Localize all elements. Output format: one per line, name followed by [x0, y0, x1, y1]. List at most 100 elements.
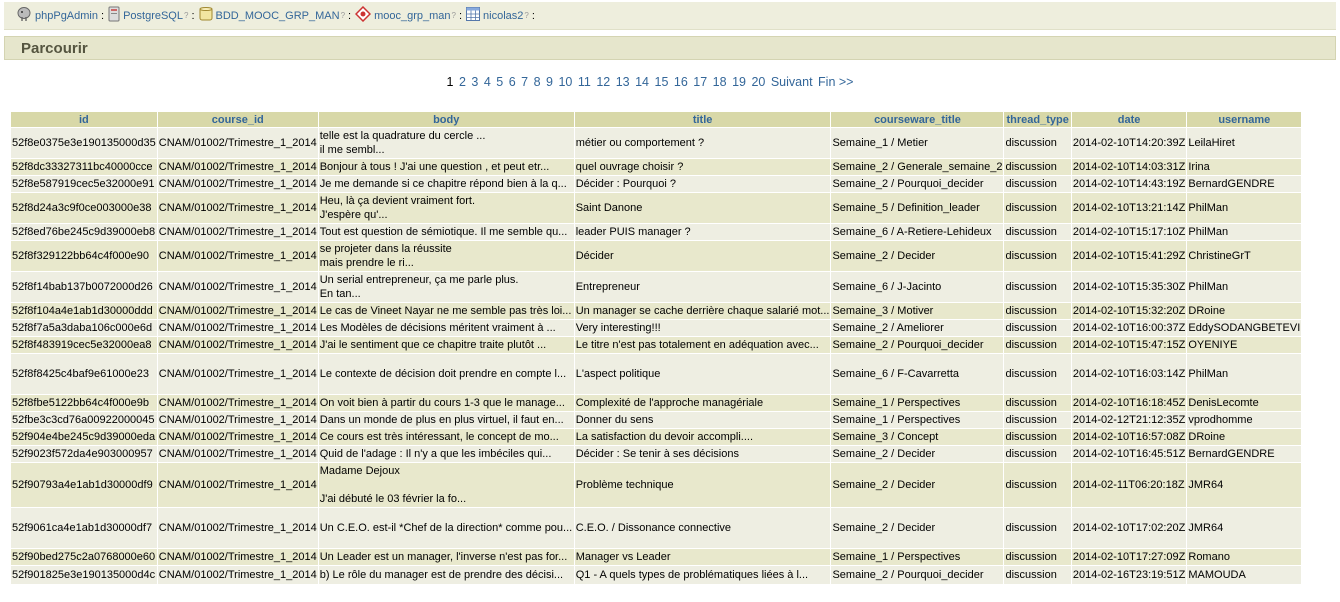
cell-text: Un manager se cache derrière chaque sala… — [575, 305, 830, 317]
cell-text: CNAM/01002/Trimestre_1_2014 — [158, 226, 317, 238]
cell-thread-type: discussion — [1004, 159, 1071, 175]
cell-text: JMR64 — [1188, 479, 1224, 491]
cell-text: PhilMan — [1188, 226, 1229, 238]
table-row: 52f8d24a3c9f0ce003000e38 CNAM/01002/Trime… — [11, 193, 1302, 223]
cell-courseware-title: Semaine_2 / Decider — [831, 463, 1004, 507]
column-header-title[interactable]: title — [574, 112, 831, 127]
breadcrumb-schema-link[interactable]: mooc_grp_man — [374, 10, 450, 22]
cell-body: Un Leader est un manager, l'inverse n'es… — [318, 549, 574, 565]
pager-page-link[interactable]: 11 — [578, 75, 591, 89]
pager-next-link[interactable]: Suivant — [771, 75, 813, 89]
pager-page-link[interactable]: 5 — [496, 75, 503, 89]
cell-thread-type: discussion — [1004, 508, 1071, 548]
sort-link-date[interactable]: date — [1118, 114, 1141, 126]
sort-link-title[interactable]: title — [693, 114, 713, 126]
cell-username: JMR64 — [1187, 508, 1302, 548]
sort-link-username[interactable]: username — [1218, 114, 1270, 126]
cell-text: discussion — [1005, 250, 1057, 262]
cell-username: PhilMan — [1187, 272, 1302, 302]
column-header-course-id[interactable]: course_id — [157, 112, 318, 127]
cell-courseware-title: Semaine_2 / Pourquoi_decider — [831, 566, 1004, 584]
cell-text: Madame Dejoux J'ai débuté le 03 février … — [319, 465, 467, 505]
cell-body: Un C.E.O. est-il *Chef de la direction* … — [318, 508, 574, 548]
cell-text: discussion — [1005, 202, 1057, 214]
cell-title: Manager vs Leader — [574, 549, 831, 565]
pager-page-link[interactable]: 4 — [484, 75, 491, 89]
cell-body: Quid de l'adage : Il n'y a que les imbéc… — [318, 446, 574, 462]
help-mark[interactable]: ? — [524, 11, 528, 20]
pager-last-link[interactable]: Fin >> — [818, 75, 853, 89]
table-row: 52f8f329122bb64c4f000e90 CNAM/01002/Trime… — [11, 241, 1302, 271]
cell-text: 52f8fbe5122bb64c4f000e9b — [12, 397, 150, 409]
cell-courseware-title: Semaine_5 / Definition_leader — [831, 193, 1004, 223]
help-mark[interactable]: ? — [184, 11, 188, 20]
breadcrumb-database: BDD_MOOC_GRP_MAN ? : — [199, 6, 356, 25]
cell-date: 2014-02-10T14:43:19Z — [1071, 176, 1187, 192]
cell-text: Entrepreneur — [575, 281, 640, 293]
cell-id: 52f8f14bab137b0072000d26 — [11, 272, 157, 302]
cell-date: 2014-02-10T13:21:14Z — [1071, 193, 1187, 223]
pager-page-link[interactable]: 8 — [534, 75, 541, 89]
pager-page-link[interactable]: 2 — [459, 75, 466, 89]
sort-link-course-id[interactable]: course_id — [212, 114, 264, 126]
sort-link-body[interactable]: body — [433, 114, 459, 126]
pager-page-link[interactable]: 18 — [713, 75, 727, 89]
cell-text: Semaine_2 / Pourquoi_decider — [832, 339, 984, 351]
cell-date: 2014-02-10T15:35:30Z — [1071, 272, 1187, 302]
cell-id: 52f8dc33327311bc40000cce — [11, 159, 157, 175]
table-icon — [466, 7, 481, 24]
breadcrumb-table-link[interactable]: nicolas2 — [483, 10, 523, 22]
pager-page-link[interactable]: 20 — [751, 75, 765, 89]
column-header-courseware-title[interactable]: courseware_title — [831, 112, 1004, 127]
cell-id: 52f8f483919cec5e32000ea8 — [11, 337, 157, 353]
column-header-username[interactable]: username — [1187, 112, 1302, 127]
breadcrumb-database-server-link[interactable]: PostgreSQL — [123, 10, 183, 22]
cell-text: discussion — [1005, 137, 1057, 149]
pager-page-link[interactable]: 19 — [732, 75, 746, 89]
cell-text: 52f90bed275c2a0768000e60 — [12, 551, 156, 563]
column-header-date[interactable]: date — [1071, 112, 1187, 127]
help-mark[interactable]: ? — [452, 11, 456, 20]
schema-icon — [355, 5, 372, 25]
sort-link-thread-type[interactable]: thread_type — [1006, 114, 1068, 126]
pager-page-link[interactable]: 10 — [558, 75, 572, 89]
cell-date: 2014-02-10T16:45:51Z — [1071, 446, 1187, 462]
cell-text: Quid de l'adage : Il n'y a que les imbéc… — [319, 448, 552, 460]
database-icon — [199, 6, 213, 25]
cell-text: Le titre n'est pas totalement en adéquat… — [575, 339, 819, 351]
pager-page-link[interactable]: 9 — [546, 75, 553, 89]
help-mark[interactable]: ? — [341, 11, 345, 20]
pager-page-link[interactable]: 7 — [521, 75, 528, 89]
pager-page-link[interactable]: 16 — [674, 75, 688, 89]
pager-page-link[interactable]: 6 — [509, 75, 516, 89]
column-header-id[interactable]: id — [11, 112, 157, 127]
column-header-body[interactable]: body — [318, 112, 574, 127]
cell-text: 2014-02-10T16:57:08Z — [1072, 431, 1186, 443]
cell-title: Complexité de l'approche managériale — [574, 395, 831, 411]
cell-text: Semaine_3 / Motiver — [832, 305, 934, 317]
cell-text: Décider : Pourquoi ? — [575, 178, 676, 190]
pager-page-link[interactable]: 14 — [635, 75, 649, 89]
cell-text: 52f8dc33327311bc40000cce — [12, 161, 153, 173]
pager-page-link[interactable]: 3 — [471, 75, 478, 89]
cell-id: 52f8e0375e3e190135000d35 — [11, 128, 157, 158]
sort-link-id[interactable]: id — [79, 114, 89, 126]
cell-text: Un serial entrepreneur, ça me parle plus… — [319, 274, 519, 300]
cell-courseware-title: Semaine_1 / Perspectives — [831, 549, 1004, 565]
pager-page-link[interactable]: 13 — [616, 75, 630, 89]
cell-username: MAMOUDA — [1187, 566, 1302, 584]
sort-link-courseware-title[interactable]: courseware_title — [874, 114, 961, 126]
cell-text: DRoine — [1188, 305, 1226, 317]
cell-courseware-title: Semaine_2 / Pourquoi_decider — [831, 337, 1004, 353]
column-header-thread-type[interactable]: thread_type — [1004, 112, 1071, 127]
pager-page-link[interactable]: 12 — [596, 75, 610, 89]
pager-page-link[interactable]: 17 — [693, 75, 707, 89]
breadcrumb-server-link[interactable]: phpPgAdmin — [35, 10, 98, 22]
cell-text: Saint Danone — [575, 202, 643, 214]
table-row: 52f8e587919cec5e32000e91 CNAM/01002/Trime… — [11, 176, 1302, 192]
cell-title: Donner du sens — [574, 412, 831, 428]
pager-page-link[interactable]: 15 — [655, 75, 669, 89]
cell-text: 52f8f7a5a3daba106c000e6d — [12, 322, 153, 334]
cell-thread-type: discussion — [1004, 395, 1071, 411]
breadcrumb-database-link[interactable]: BDD_MOOC_GRP_MAN — [216, 10, 340, 22]
